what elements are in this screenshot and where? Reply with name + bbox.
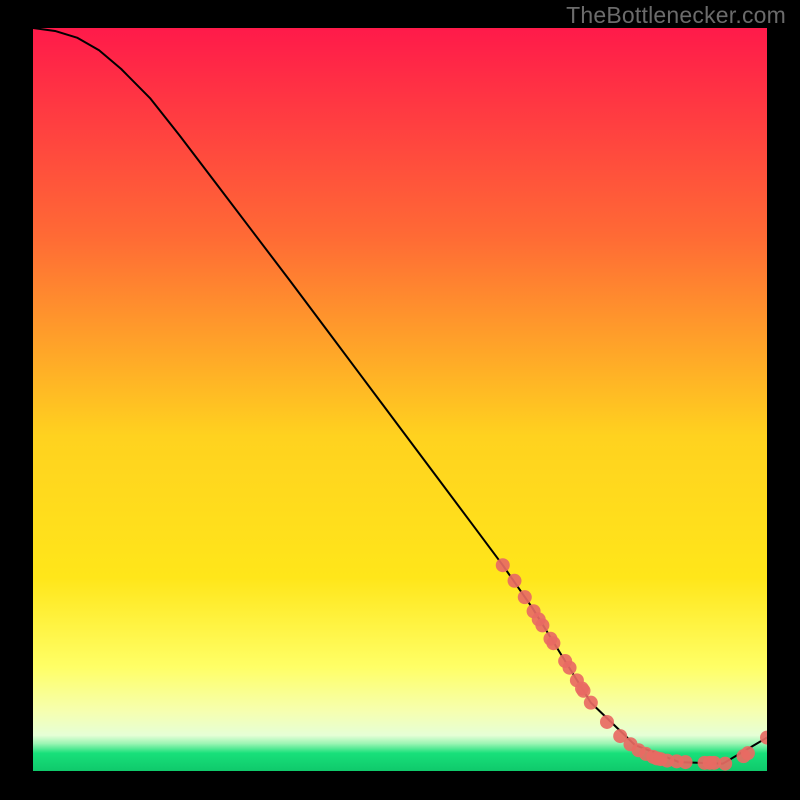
data-marker — [718, 757, 732, 771]
data-marker — [563, 661, 577, 675]
data-marker — [518, 590, 532, 604]
chart-svg — [33, 28, 767, 771]
data-marker — [508, 574, 522, 588]
data-marker — [535, 618, 549, 632]
data-marker — [546, 636, 560, 650]
data-marker — [496, 558, 510, 572]
watermark-text: TheBottlenecker.com — [566, 2, 786, 29]
data-marker — [741, 746, 755, 760]
chart-frame: TheBottlenecker.com — [0, 0, 800, 800]
data-marker — [577, 684, 591, 698]
data-marker — [679, 755, 693, 769]
plot-area — [33, 28, 767, 771]
gradient-background — [33, 28, 767, 771]
data-marker — [600, 715, 614, 729]
data-marker — [584, 696, 598, 710]
